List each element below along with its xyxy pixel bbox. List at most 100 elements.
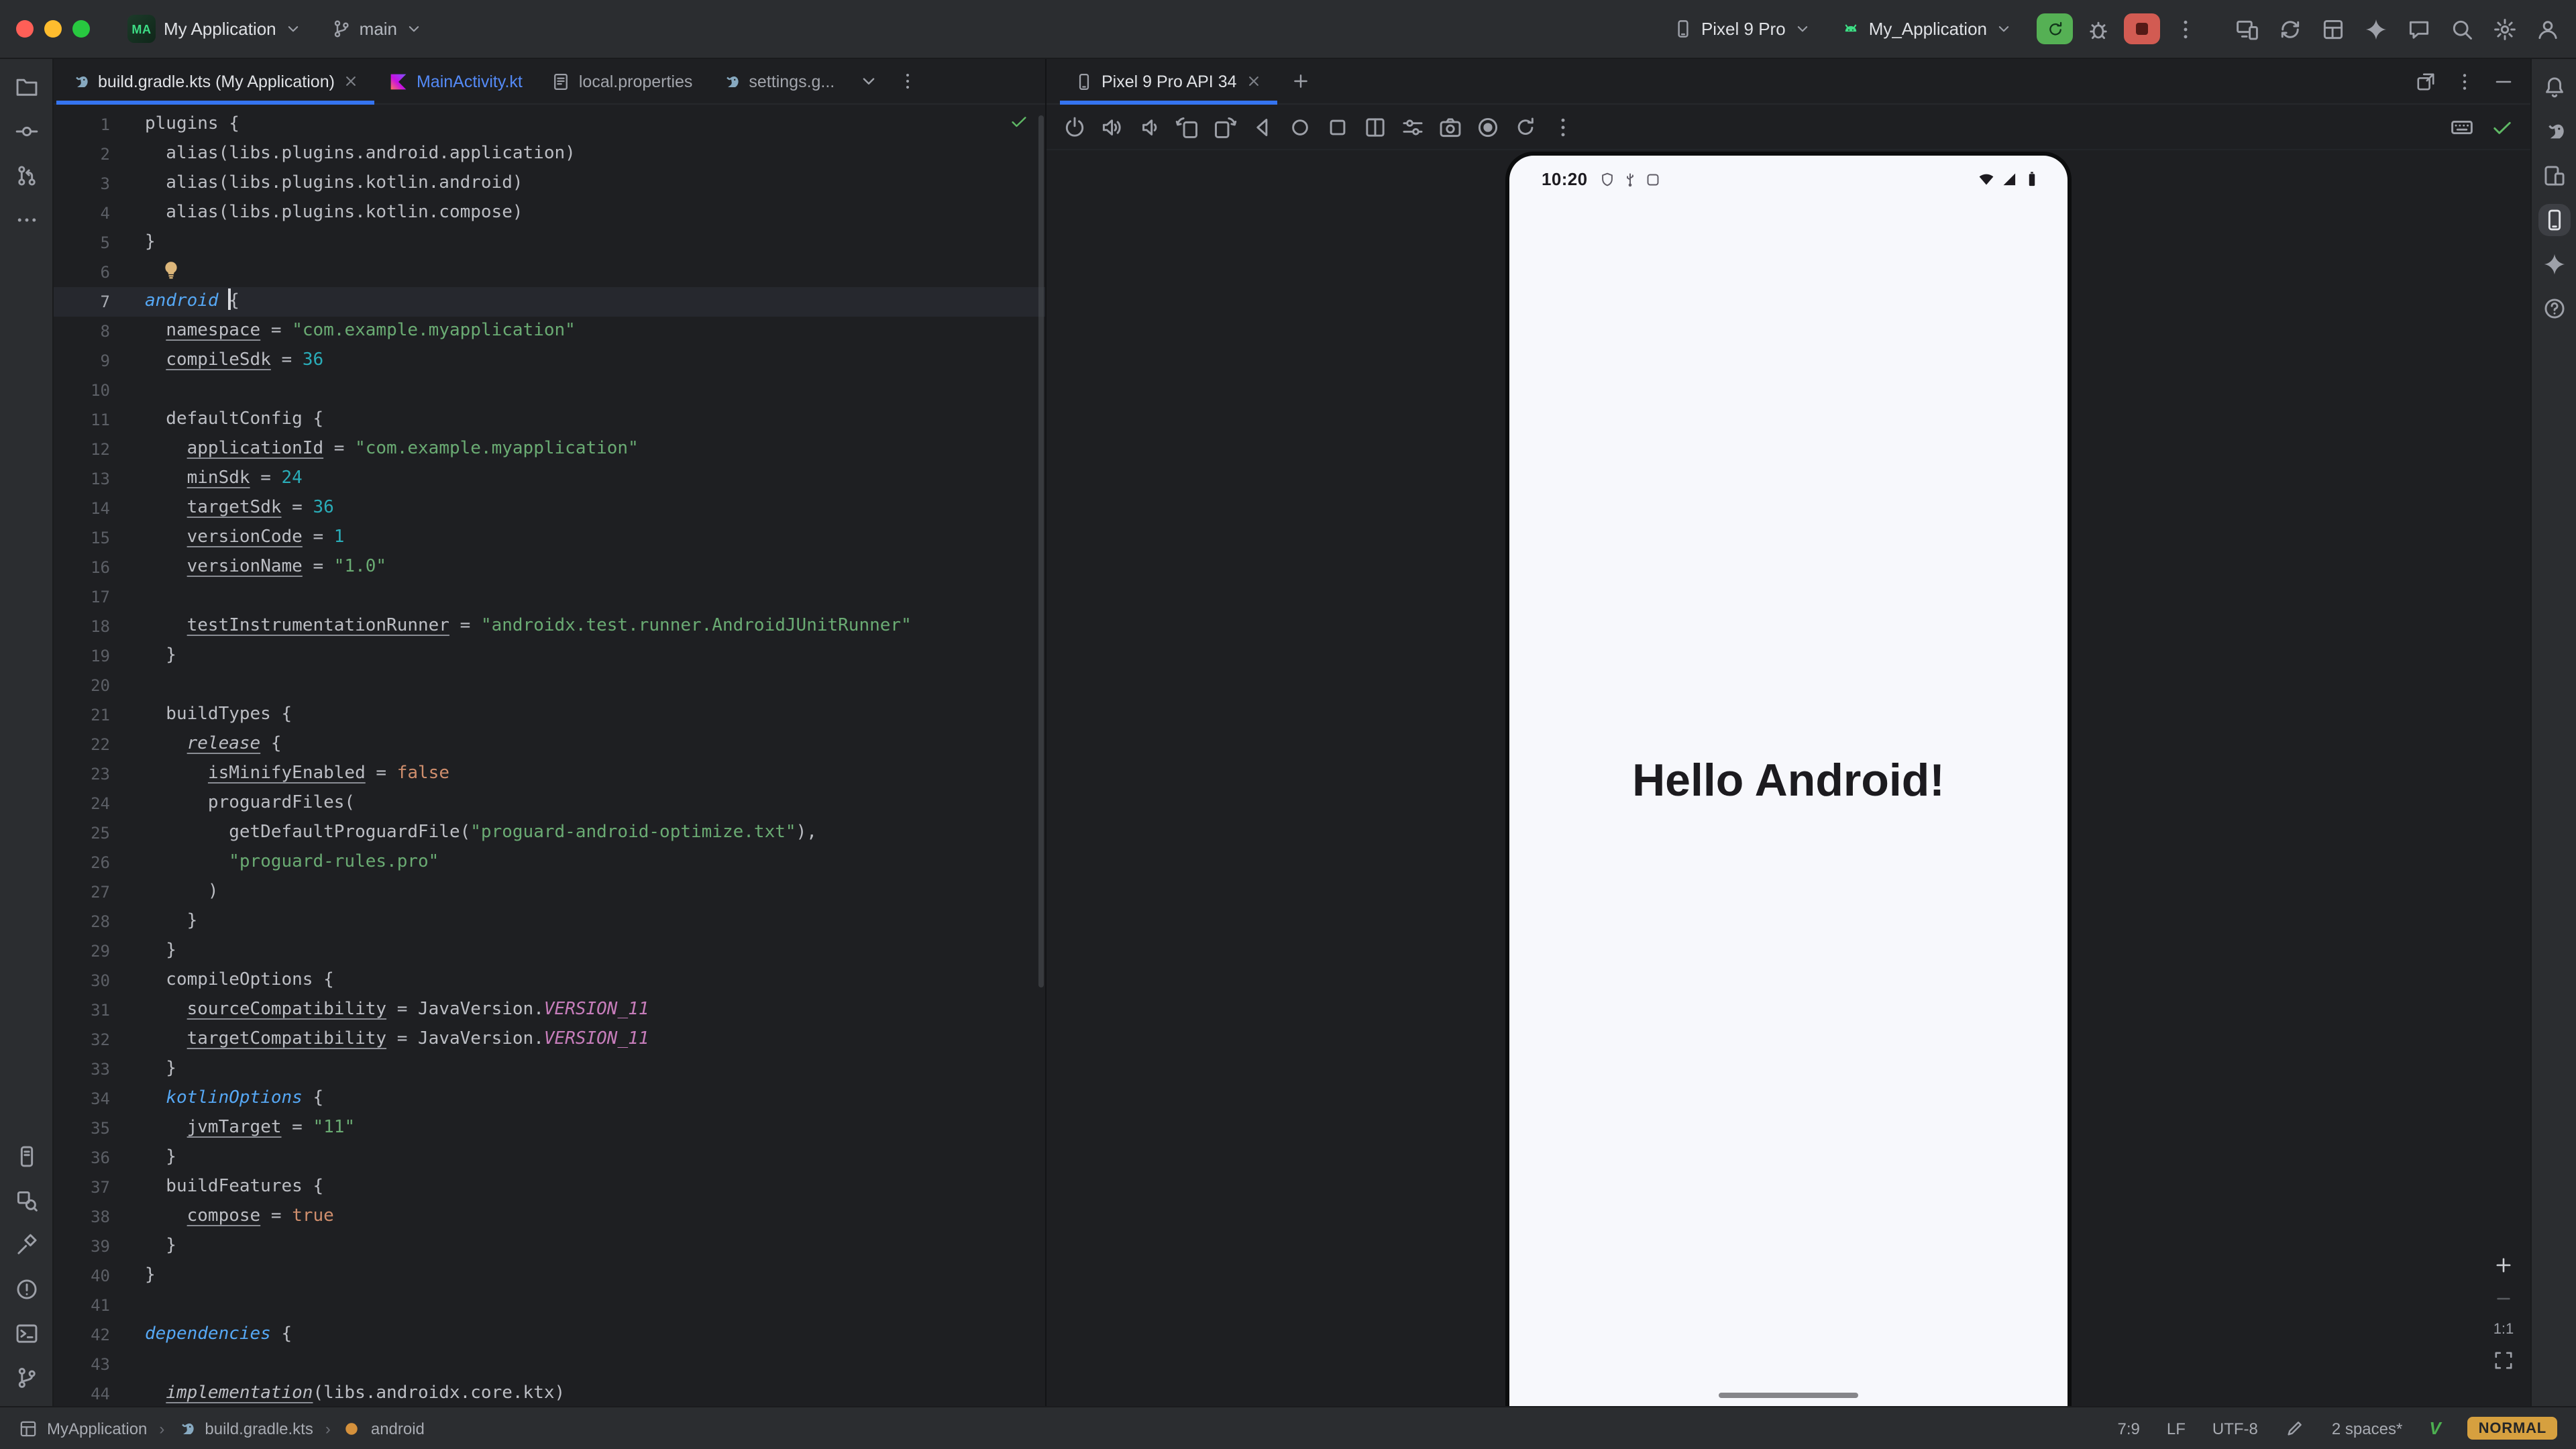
hidden-tabs-chevron-icon[interactable] — [859, 71, 879, 91]
encoding-widget[interactable]: UTF-8 — [2212, 1419, 2258, 1438]
code-line[interactable]: 33 } — [54, 1055, 1045, 1084]
add-device-tab-button[interactable] — [1291, 71, 1311, 91]
recents-icon[interactable] — [1326, 115, 1350, 139]
project-selector[interactable]: MA My Application — [117, 8, 313, 50]
project-folder-icon[interactable] — [14, 75, 38, 99]
code-line[interactable]: 19 } — [54, 641, 1045, 671]
app-inspection-icon[interactable] — [14, 1189, 38, 1213]
code-line[interactable]: 30 compileOptions { — [54, 966, 1045, 996]
more-tool-windows-icon[interactable] — [14, 208, 38, 232]
code-line[interactable]: 14 targetSdk = 36 — [54, 494, 1045, 523]
notifications-icon[interactable] — [2542, 75, 2566, 99]
more-vertical-icon[interactable] — [2454, 70, 2475, 92]
code-line[interactable]: 3 alias(libs.plugins.kotlin.android) — [54, 169, 1045, 199]
code-line[interactable]: 2 alias(libs.plugins.android.application… — [54, 140, 1045, 169]
code-line[interactable]: 20 — [54, 671, 1045, 700]
fullscreen-window-button[interactable] — [72, 20, 90, 38]
keyboard-icon[interactable] — [2450, 115, 2474, 139]
code-line[interactable]: 37 buildFeatures { — [54, 1173, 1045, 1202]
code-line[interactable]: 39 } — [54, 1232, 1045, 1261]
search-icon[interactable] — [2450, 17, 2474, 41]
code-line[interactable]: 32 targetCompatibility = JavaVersion.VER… — [54, 1025, 1045, 1055]
code-line[interactable]: 38 compose = true — [54, 1202, 1045, 1232]
zoom-reset-button[interactable]: 1:1 — [2493, 1322, 2514, 1338]
volume-down-icon[interactable] — [1138, 115, 1162, 139]
volume-up-icon[interactable] — [1100, 115, 1124, 139]
code-line[interactable]: 16 versionName = "1.0" — [54, 553, 1045, 582]
version-control-icon[interactable] — [14, 1366, 38, 1390]
run-more-options-button[interactable] — [2174, 17, 2198, 41]
code-line[interactable]: 4 alias(libs.plugins.kotlin.compose) — [54, 199, 1045, 228]
device-manager-icon[interactable] — [2542, 164, 2566, 188]
editor-scrollbar[interactable] — [1038, 115, 1044, 987]
code-line[interactable]: 18 testInstrumentationRunner = "androidx… — [54, 612, 1045, 641]
device-tab[interactable]: Pixel 9 Pro API 34 — [1060, 59, 1277, 103]
breadcrumb-item[interactable]: android — [371, 1419, 425, 1438]
vim-mode-badge[interactable]: NORMAL — [2468, 1417, 2557, 1440]
code-line[interactable]: 22 release { — [54, 730, 1045, 759]
ideavim-icon[interactable]: V — [2429, 1418, 2440, 1438]
gemini-icon[interactable] — [2364, 17, 2388, 41]
terminal-icon[interactable] — [14, 1322, 38, 1346]
code-editor[interactable]: 1plugins {2 alias(libs.plugins.android.a… — [54, 105, 1045, 1406]
problems-icon[interactable] — [14, 1277, 38, 1301]
code-line[interactable]: 8 namespace = "com.example.myapplication… — [54, 317, 1045, 346]
code-line[interactable]: 44 implementation(libs.androidx.core.ktx… — [54, 1379, 1045, 1406]
code-line[interactable]: 6 — [54, 258, 1045, 287]
rerun-button[interactable] — [2037, 13, 2073, 44]
code-line[interactable]: 9 compileSdk = 36 — [54, 346, 1045, 376]
fold-icon[interactable] — [1363, 115, 1387, 139]
breadcrumb-item[interactable]: MyApplication — [47, 1419, 147, 1438]
code-line[interactable]: 5} — [54, 228, 1045, 258]
debug-button[interactable] — [2086, 17, 2110, 41]
code-line[interactable]: 11 defaultConfig { — [54, 405, 1045, 435]
device-selector[interactable]: Pixel 9 Pro — [1662, 12, 1822, 46]
assistant-icon[interactable] — [2542, 297, 2566, 321]
rotate-right-icon[interactable] — [1213, 115, 1237, 139]
emulator-screen[interactable]: 10:20 Hello Android! — [1509, 156, 2068, 1406]
gemini-icon[interactable] — [2542, 252, 2566, 276]
restart-icon[interactable] — [1513, 115, 1538, 139]
sync-project-icon[interactable] — [2278, 17, 2302, 41]
running-devices-icon[interactable] — [2542, 208, 2566, 232]
code-line[interactable]: 35 jvmTarget = "11" — [54, 1114, 1045, 1143]
device-explorer-icon[interactable] — [14, 1144, 38, 1169]
screenshot-icon[interactable] — [1438, 115, 1462, 139]
feedback-icon[interactable] — [2407, 17, 2431, 41]
minimize-window-button[interactable] — [44, 20, 62, 38]
layout-inspector-icon[interactable] — [2321, 17, 2345, 41]
hide-panel-icon[interactable] — [2493, 70, 2514, 92]
more-vertical-icon[interactable] — [1551, 115, 1575, 139]
code-line[interactable]: 34 kotlinOptions { — [54, 1084, 1045, 1114]
code-line[interactable]: 12 applicationId = "com.example.myapplic… — [54, 435, 1045, 464]
shortcuts-icon[interactable] — [1401, 115, 1425, 139]
zoom-in-button[interactable] — [2493, 1254, 2514, 1276]
quickfix-lightbulb-icon[interactable] — [161, 260, 181, 280]
code-line[interactable]: 42dependencies { — [54, 1320, 1045, 1350]
close-tab-icon[interactable] — [1245, 72, 1263, 90]
code-line[interactable]: 36 } — [54, 1143, 1045, 1173]
editor-tab[interactable]: build.gradle.kts (My Application) — [56, 59, 375, 103]
readonly-toggle-icon[interactable] — [2285, 1418, 2305, 1438]
breadcrumb-item[interactable]: build.gradle.kts — [205, 1419, 313, 1438]
live-edit-check-icon[interactable] — [2490, 115, 2514, 139]
zoom-out-button[interactable] — [2493, 1288, 2514, 1309]
code-line[interactable]: 29 } — [54, 936, 1045, 966]
code-line[interactable]: 24 proguardFiles( — [54, 789, 1045, 818]
code-line[interactable]: 7android { — [54, 287, 1045, 317]
vcs-branch-widget[interactable]: main — [321, 12, 433, 46]
code-line[interactable]: 21 buildTypes { — [54, 700, 1045, 730]
editor-tab[interactable]: settings.g... — [707, 59, 849, 103]
stop-button[interactable] — [2124, 13, 2160, 44]
gradle-icon[interactable] — [2542, 119, 2566, 144]
pair-devices-icon[interactable] — [2235, 17, 2259, 41]
code-line[interactable]: 10 — [54, 376, 1045, 405]
code-line[interactable]: 28 } — [54, 907, 1045, 936]
gesture-navigation-bar[interactable] — [1719, 1393, 1858, 1398]
commit-icon[interactable] — [14, 119, 38, 144]
code-line[interactable]: 25 getDefaultProguardFile("proguard-andr… — [54, 818, 1045, 848]
open-in-window-icon[interactable] — [2415, 70, 2436, 92]
rotate-left-icon[interactable] — [1175, 115, 1199, 139]
code-line[interactable]: 41 — [54, 1291, 1045, 1320]
code-line[interactable]: 26 "proguard-rules.pro" — [54, 848, 1045, 877]
